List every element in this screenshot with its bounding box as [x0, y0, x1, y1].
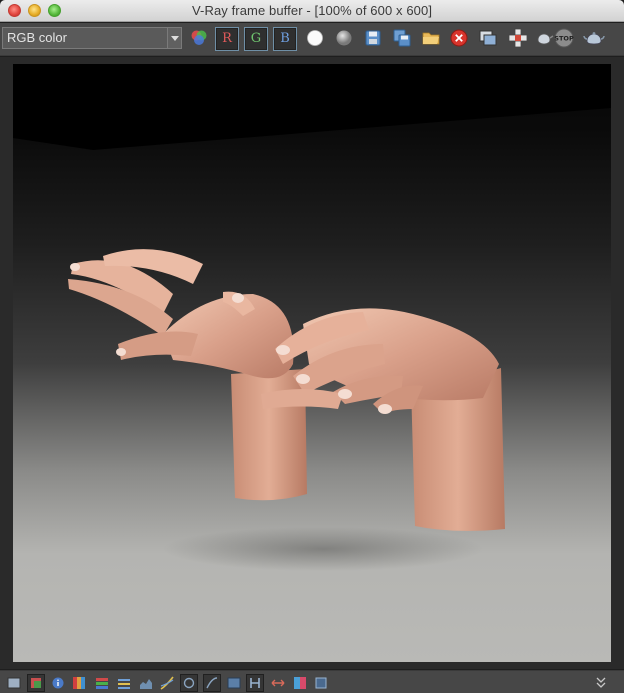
color-channels-icon — [191, 30, 207, 45]
srgb-button[interactable] — [203, 674, 221, 692]
histogram-icon — [140, 679, 152, 689]
duplicate-icon — [479, 30, 497, 46]
color-corrections-icon — [31, 678, 41, 688]
histogram-button[interactable] — [137, 674, 155, 692]
channel-dropdown-value: RGB color — [7, 30, 67, 45]
compare-button[interactable] — [269, 674, 287, 692]
color-corrections-button[interactable] — [27, 674, 45, 692]
save-image-button[interactable] — [361, 26, 385, 50]
clear-icon — [450, 29, 468, 47]
ab-compare-button[interactable] — [291, 674, 309, 692]
track-mouse-button[interactable] — [506, 26, 530, 50]
color-channels-button[interactable] — [187, 26, 211, 50]
title-bar: V-Ray frame buffer - [100% of 600 x 600] — [0, 0, 624, 22]
clear-image-button[interactable] — [447, 26, 471, 50]
levels-button[interactable] — [115, 674, 133, 692]
save-all-button[interactable] — [390, 26, 414, 50]
green-channel-toggle[interactable]: G — [244, 27, 268, 51]
show-gray-icon — [336, 30, 352, 46]
histogram-h-button[interactable] — [246, 674, 264, 692]
exposure-icon — [183, 677, 195, 689]
bottom-toolbar — [0, 670, 624, 693]
track-mouse-icon — [508, 28, 528, 48]
window-title: V-Ray frame buffer - [100% of 600 x 600] — [191, 3, 433, 18]
svg-text:STOP: STOP — [554, 35, 574, 43]
info-icon — [52, 677, 64, 689]
curve-button[interactable] — [158, 674, 176, 692]
show-white-button[interactable] — [303, 26, 327, 50]
show-gray-button[interactable] — [332, 26, 356, 50]
ocio-button[interactable] — [225, 674, 243, 692]
open-image-button[interactable] — [419, 26, 443, 50]
render-viewport[interactable] — [0, 57, 624, 669]
stop-render-button[interactable]: STOP — [552, 26, 576, 50]
red-channel-toggle[interactable]: R — [215, 27, 239, 51]
channel-colors-button[interactable] — [93, 674, 111, 692]
compare-icon — [271, 679, 285, 687]
lut-icon — [73, 677, 85, 689]
channel-colors-icon — [96, 678, 108, 689]
ab-compare-icon — [294, 677, 306, 689]
exposure-button[interactable] — [180, 674, 198, 692]
double-chevron-down-icon — [596, 677, 606, 688]
render-button[interactable] — [582, 26, 606, 50]
lut-button[interactable] — [70, 674, 88, 692]
srgb-icon — [206, 677, 218, 689]
levels-icon — [118, 679, 130, 689]
stop-icon: STOP — [554, 28, 574, 48]
curve-icon — [160, 676, 174, 690]
open-folder-icon — [422, 32, 440, 45]
display-correction-button[interactable] — [5, 674, 23, 692]
info-button[interactable] — [49, 674, 67, 692]
duplicate-to-max-button[interactable] — [476, 26, 500, 50]
ocio-icon — [227, 677, 241, 689]
render-hands-image — [13, 64, 611, 571]
pixel-aspect-icon — [315, 677, 327, 689]
pixel-aspect-button[interactable] — [312, 674, 330, 692]
rendered-image[interactable] — [13, 64, 611, 662]
display-correction-icon — [7, 677, 21, 689]
blue-channel-toggle[interactable]: B — [273, 27, 297, 51]
chevron-down-icon[interactable] — [167, 28, 181, 48]
save-all-icon — [393, 29, 411, 47]
expand-toolbar-button[interactable] — [594, 674, 608, 690]
save-image-icon — [365, 30, 381, 46]
show-white-icon — [307, 30, 323, 46]
render-teapot-icon — [583, 32, 605, 45]
histogram-h-icon — [250, 678, 260, 688]
channel-dropdown[interactable]: RGB color — [2, 27, 182, 49]
top-toolbar: RGB color R G B STOP — [0, 23, 624, 56]
